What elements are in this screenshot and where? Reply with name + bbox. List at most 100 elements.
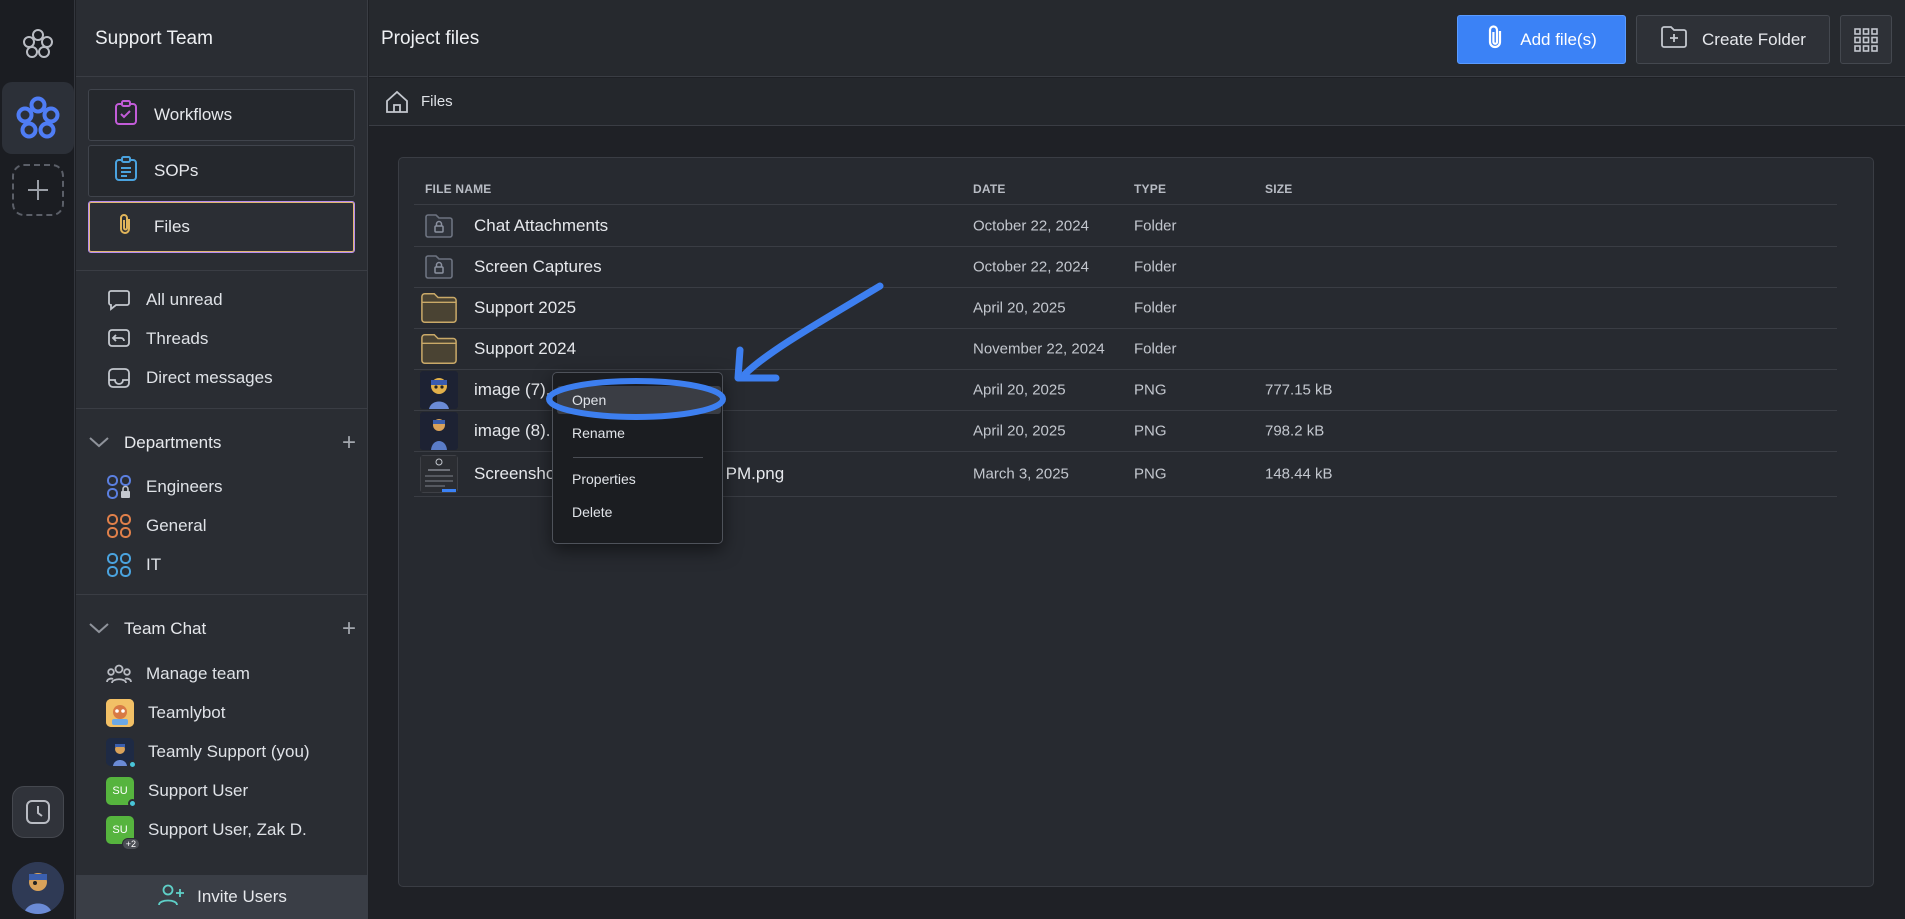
divider	[76, 76, 368, 77]
app-logo-icon[interactable]	[12, 18, 64, 70]
chevron-down-icon[interactable]	[88, 621, 116, 637]
app-root: Support Team Workflows SOPs Files All un…	[0, 0, 1905, 919]
column-header-date[interactable]: DATE	[973, 182, 1006, 196]
file-type: PNG	[1134, 381, 1167, 399]
section-title: Team Chat	[124, 619, 207, 638]
team-chat-header[interactable]: Team Chat +	[88, 614, 356, 644]
online-status-dot	[128, 760, 137, 769]
image-thumbnail	[420, 412, 458, 450]
screenshot-thumbnail	[420, 455, 458, 493]
chat-group-support-user[interactable]: SU +2 Support User, Zak D.	[106, 816, 307, 850]
file-type: Folder	[1134, 299, 1177, 317]
nav-label: SOPs	[154, 161, 199, 180]
sidebar-item-label: Support User, Zak D.	[148, 820, 307, 839]
add-department-icon[interactable]: +	[342, 429, 356, 457]
sidebar-item-label: IT	[146, 555, 162, 574]
add-chat-icon[interactable]: +	[342, 615, 356, 643]
history-clock-icon[interactable]	[12, 786, 64, 838]
menu-item-open[interactable]: Open	[572, 392, 606, 408]
context-menu: Open Rename Properties Delete	[552, 372, 723, 544]
chat-teamlybot[interactable]: Teamlybot	[106, 699, 225, 727]
locked-folder-icon	[420, 248, 458, 286]
menu-item-delete[interactable]: Delete	[572, 504, 612, 520]
nav-files[interactable]: Files	[88, 201, 355, 253]
nav-label: Workflows	[154, 105, 233, 124]
table-header: FILE NAME DATE TYPE SIZE	[414, 172, 1837, 205]
chat-teamly-support[interactable]: Teamly Support (you)	[106, 738, 310, 769]
column-header-name[interactable]: FILE NAME	[425, 182, 491, 196]
chevron-down-icon[interactable]	[88, 435, 116, 451]
invite-users-button[interactable]: Invite Users	[76, 875, 368, 919]
header-bar: Project files Add file(s) Create Folder	[369, 0, 1905, 77]
file-size: 148.44 kB	[1265, 465, 1333, 483]
team-workspace-icon[interactable]	[2, 82, 74, 154]
departments-header[interactable]: Departments +	[88, 428, 356, 458]
button-label: Add file(s)	[1520, 29, 1597, 49]
sidebar-item-label: General	[146, 516, 207, 535]
manage-team-item[interactable]: Manage team	[106, 660, 250, 688]
all-unread-item[interactable]: All unread	[106, 286, 223, 314]
file-date: October 22, 2024	[973, 258, 1089, 276]
menu-item-rename[interactable]: Rename	[572, 425, 625, 441]
table-row[interactable]: Support 2025 April 20, 2025 Folder	[414, 288, 1837, 329]
column-header-size[interactable]: SIZE	[1265, 182, 1292, 196]
department-general[interactable]: General	[106, 512, 206, 540]
grid-view-icon[interactable]	[1840, 15, 1892, 64]
sidebar-item-label: Support User	[148, 781, 249, 800]
file-name[interactable]: Support 2025	[474, 298, 576, 318]
breadcrumb: Files	[369, 78, 1905, 126]
file-name[interactable]: Screen Captures	[474, 257, 602, 277]
create-folder-button[interactable]: Create Folder	[1636, 15, 1830, 64]
it-group-icon	[106, 552, 132, 578]
paperclip-icon	[114, 212, 138, 243]
table-row[interactable]: Chat Attachments October 22, 2024 Folder	[414, 206, 1837, 247]
folder-plus-icon	[1660, 25, 1688, 54]
avatar-initials: SU	[112, 785, 128, 797]
button-label: Create Folder	[1702, 29, 1806, 49]
nav-workflows[interactable]: Workflows	[88, 89, 355, 141]
department-it[interactable]: IT	[106, 551, 161, 579]
home-icon[interactable]	[383, 88, 411, 116]
chat-support-user[interactable]: SU Support User	[106, 777, 249, 808]
sidebar: Support Team Workflows SOPs Files All un…	[76, 0, 368, 919]
add-user-icon	[157, 883, 185, 912]
clipboard-list-icon	[114, 155, 138, 187]
menu-item-properties[interactable]: Properties	[572, 471, 636, 487]
sidebar-item-label: Manage team	[146, 664, 250, 683]
table-row[interactable]: Screen Captures October 22, 2024 Folder	[414, 247, 1837, 288]
department-engineers[interactable]: Engineers	[106, 473, 223, 501]
engineers-group-icon	[106, 474, 132, 500]
file-type: PNG	[1134, 422, 1167, 440]
file-name[interactable]: Chat Attachments	[474, 216, 608, 236]
column-header-type[interactable]: TYPE	[1134, 182, 1166, 196]
add-files-button[interactable]: Add file(s)	[1457, 15, 1626, 64]
breadcrumb-files[interactable]: Files	[421, 93, 453, 110]
file-name[interactable]: Screensho	[474, 464, 555, 484]
divider	[76, 408, 368, 409]
group-avatar: SU +2	[106, 816, 140, 850]
inbox-icon	[106, 365, 132, 391]
file-name[interactable]: image (7).	[474, 380, 551, 400]
threads-item[interactable]: Threads	[106, 325, 208, 353]
clipboard-check-icon	[114, 99, 138, 131]
locked-folder-icon	[420, 207, 458, 245]
sidebar-item-label: All unread	[146, 290, 223, 309]
nav-sops[interactable]: SOPs	[88, 145, 355, 197]
add-workspace-icon[interactable]	[12, 164, 64, 216]
file-type: Folder	[1134, 217, 1177, 235]
user-avatar[interactable]	[12, 862, 64, 914]
file-name[interactable]: image (8).	[474, 421, 551, 441]
table-row[interactable]: Support 2024 November 22, 2024 Folder	[414, 329, 1837, 370]
member-count-badge: +2	[121, 838, 140, 850]
file-date: April 20, 2025	[973, 299, 1066, 317]
invite-label: Invite Users	[197, 887, 287, 906]
online-status-dot	[128, 799, 137, 808]
chat-bubble-icon	[106, 287, 132, 313]
direct-messages-item[interactable]: Direct messages	[106, 364, 273, 392]
menu-separator	[573, 457, 703, 458]
user-avatar: SU	[106, 777, 137, 808]
file-date: October 22, 2024	[973, 217, 1089, 235]
file-name[interactable]: Support 2024	[474, 339, 576, 359]
sidebar-item-label: Threads	[146, 329, 209, 348]
general-group-icon	[106, 513, 132, 539]
